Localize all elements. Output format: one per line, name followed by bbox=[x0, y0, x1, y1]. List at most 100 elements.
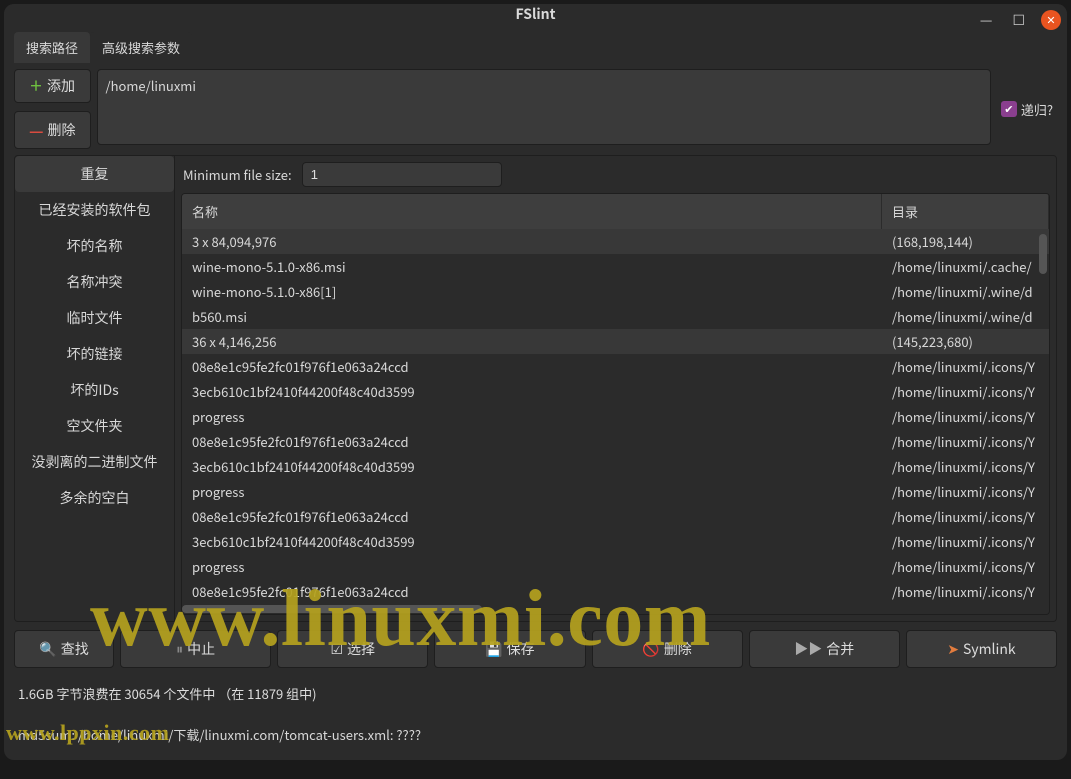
main-panel: 重复已经安装的软件包坏的名称名称冲突临时文件坏的链接坏的IDs空文件夹没剥离的二… bbox=[14, 155, 1057, 622]
scrollbar-horizontal[interactable] bbox=[182, 604, 1049, 614]
cell-name: wine-mono-5.1.0-x86[1] bbox=[182, 281, 882, 302]
find-label: 查找 bbox=[61, 639, 89, 659]
cell-name: b560.msi bbox=[182, 306, 882, 327]
status-text: 1.6GB 字节浪费在 30654 个文件中 （在 11879 组中) bbox=[14, 676, 1057, 709]
table-row[interactable]: 3ecb610c1bf2410f44200f48c40d3599/home/li… bbox=[182, 454, 1049, 479]
table-row[interactable]: wine-mono-5.1.0-x86[1]/home/linuxmi/.win… bbox=[182, 279, 1049, 304]
path-entry[interactable]: /home/linuxmi bbox=[106, 76, 982, 95]
check-icon: ✔ bbox=[1001, 101, 1017, 117]
scrollbar-h-thumb[interactable] bbox=[182, 605, 482, 613]
sidebar-item-7[interactable]: 空文件夹 bbox=[15, 408, 174, 444]
cell-dir: /home/linuxmi/.wine/d bbox=[882, 281, 1049, 302]
scrollbar-vertical[interactable] bbox=[1039, 234, 1047, 594]
cell-dir: /home/linuxmi/.icons/Y bbox=[882, 456, 1049, 477]
cell-name: 08e8e1c95fe2fc01f976f1e063a24ccd bbox=[182, 581, 882, 602]
results-pane: Minimum file size: 名称 目录 3 x 84,094,976(… bbox=[175, 156, 1056, 621]
column-name[interactable]: 名称 bbox=[182, 194, 882, 229]
plus-icon: ＋ bbox=[29, 76, 43, 96]
table-row[interactable]: 08e8e1c95fe2fc01f976f1e063a24ccd/home/li… bbox=[182, 429, 1049, 454]
tab-search-path[interactable]: 搜索路径 bbox=[14, 32, 90, 63]
pause-button[interactable]: ⏸ 中止 bbox=[120, 630, 271, 668]
group-row[interactable]: 3 x 84,094,976(168,198,144) bbox=[182, 229, 1049, 254]
symlink-label: Symlink bbox=[963, 639, 1016, 659]
sidebar-item-8[interactable]: 没剥离的二进制文件 bbox=[15, 444, 174, 480]
cell-dir: /home/linuxmi/.icons/Y bbox=[882, 481, 1049, 502]
table-row[interactable]: progress/home/linuxmi/.icons/Y bbox=[182, 554, 1049, 579]
table-row[interactable]: 3ecb610c1bf2410f44200f48c40d3599/home/li… bbox=[182, 379, 1049, 404]
cell-dir: (145,223,680) bbox=[882, 331, 1049, 352]
sidebar-item-0[interactable]: 重复 bbox=[15, 156, 174, 192]
cell-name: 3 x 84,094,976 bbox=[182, 231, 882, 252]
cell-dir: (168,198,144) bbox=[882, 231, 1049, 252]
sidebar-item-5[interactable]: 坏的链接 bbox=[15, 336, 174, 372]
table-row[interactable]: 08e8e1c95fe2fc01f976f1e063a24ccd/home/li… bbox=[182, 504, 1049, 529]
merge-label: 合并 bbox=[826, 639, 854, 659]
sidebar-item-3[interactable]: 名称冲突 bbox=[15, 264, 174, 300]
delete-button[interactable]: 🚫 删除 bbox=[592, 630, 743, 668]
action-bar: 🔍 查找 ⏸ 中止 ☑ 选择 💾 保存 🚫 删除 ▶▶ 合并 bbox=[14, 628, 1057, 670]
cell-name: progress bbox=[182, 481, 882, 502]
table-row[interactable]: 08e8e1c95fe2fc01f976f1e063a24ccd/home/li… bbox=[182, 579, 1049, 604]
pause-icon: ⏸ bbox=[176, 639, 183, 659]
remove-path-button[interactable]: — 删除 bbox=[14, 111, 91, 149]
path-list[interactable]: /home/linuxmi bbox=[97, 69, 991, 145]
select-icon: ☑ bbox=[330, 639, 343, 659]
save-button[interactable]: 💾 保存 bbox=[434, 630, 585, 668]
delete-label: 删除 bbox=[664, 639, 692, 659]
table-row[interactable]: progress/home/linuxmi/.icons/Y bbox=[182, 479, 1049, 504]
maximize-button[interactable]: ☐ bbox=[1008, 10, 1029, 30]
recurse-toggle[interactable]: ✔ 递归? bbox=[997, 100, 1057, 119]
cell-dir: /home/linuxmi/.icons/Y bbox=[882, 381, 1049, 402]
filter-row: Minimum file size: bbox=[175, 156, 1056, 193]
column-dir[interactable]: 目录 bbox=[882, 194, 1049, 229]
sidebar-item-6[interactable]: 坏的IDs bbox=[15, 372, 174, 408]
forward-icon: ▶▶ bbox=[794, 639, 822, 659]
symlink-button[interactable]: ➤ Symlink bbox=[906, 630, 1057, 668]
cell-name: progress bbox=[182, 406, 882, 427]
cell-dir: /home/linuxmi/.icons/Y bbox=[882, 556, 1049, 577]
sidebar-item-1[interactable]: 已经安装的软件包 bbox=[15, 192, 174, 228]
cell-name: 08e8e1c95fe2fc01f976f1e063a24ccd bbox=[182, 431, 882, 452]
cell-dir: /home/linuxmi/.icons/Y bbox=[882, 356, 1049, 377]
select-label: 选择 bbox=[347, 639, 375, 659]
titlebar: FSlint — ☐ ✕ bbox=[4, 4, 1067, 24]
cell-name: wine-mono-5.1.0-x86.msi bbox=[182, 256, 882, 277]
table-row[interactable]: wine-mono-5.1.0-x86.msi/home/linuxmi/.ca… bbox=[182, 254, 1049, 279]
path-row: ＋ 添加 — 删除 /home/linuxmi ✔ 递归? bbox=[14, 69, 1057, 149]
content-area: 搜索路径 高级搜索参数 ＋ 添加 — 删除 /home/linuxmi ✔ 递归… bbox=[4, 24, 1067, 760]
pause-label: 中止 bbox=[187, 639, 215, 659]
find-button[interactable]: 🔍 查找 bbox=[14, 630, 114, 668]
add-path-button[interactable]: ＋ 添加 bbox=[14, 69, 91, 103]
scrollbar-v-thumb[interactable] bbox=[1039, 234, 1047, 274]
cell-dir: /home/linuxmi/.icons/Y bbox=[882, 406, 1049, 427]
sidebar-item-9[interactable]: 多余的空白 bbox=[15, 480, 174, 516]
table-row[interactable]: 3ecb610c1bf2410f44200f48c40d3599/home/li… bbox=[182, 529, 1049, 554]
cell-name: 3ecb610c1bf2410f44200f48c40d3599 bbox=[182, 531, 882, 552]
close-button[interactable]: ✕ bbox=[1041, 10, 1061, 30]
cell-name: 08e8e1c95fe2fc01f976f1e063a24ccd bbox=[182, 356, 882, 377]
table-header: 名称 目录 bbox=[182, 194, 1049, 229]
tab-advanced[interactable]: 高级搜索参数 bbox=[90, 32, 192, 63]
arrow-icon: ➤ bbox=[947, 639, 959, 659]
table-row[interactable]: progress/home/linuxmi/.icons/Y bbox=[182, 404, 1049, 429]
cell-name: 36 x 4,146,256 bbox=[182, 331, 882, 352]
min-size-input[interactable] bbox=[302, 162, 502, 187]
select-button[interactable]: ☑ 选择 bbox=[277, 630, 428, 668]
md5-output: md5sum: /home/linuxmi/下载/linuxmi.com/tom… bbox=[14, 715, 1057, 760]
table-row[interactable]: 08e8e1c95fe2fc01f976f1e063a24ccd/home/li… bbox=[182, 354, 1049, 379]
top-tabs: 搜索路径 高级搜索参数 bbox=[14, 32, 1057, 63]
group-row[interactable]: 36 x 4,146,256(145,223,680) bbox=[182, 329, 1049, 354]
table-row[interactable]: b560.msi/home/linuxmi/.wine/d bbox=[182, 304, 1049, 329]
results-table: 名称 目录 3 x 84,094,976(168,198,144)wine-mo… bbox=[181, 193, 1050, 615]
sidebar-item-2[interactable]: 坏的名称 bbox=[15, 228, 174, 264]
minimize-button[interactable]: — bbox=[976, 10, 997, 30]
cell-name: 3ecb610c1bf2410f44200f48c40d3599 bbox=[182, 381, 882, 402]
window-controls: — ☐ ✕ bbox=[976, 10, 1061, 30]
sidebar-item-4[interactable]: 临时文件 bbox=[15, 300, 174, 336]
min-size-label: Minimum file size: bbox=[183, 165, 292, 184]
cell-name: progress bbox=[182, 556, 882, 577]
table-body[interactable]: 3 x 84,094,976(168,198,144)wine-mono-5.1… bbox=[182, 229, 1049, 604]
save-label: 保存 bbox=[507, 639, 535, 659]
merge-button[interactable]: ▶▶ 合并 bbox=[749, 630, 900, 668]
cell-dir: /home/linuxmi/.icons/Y bbox=[882, 531, 1049, 552]
